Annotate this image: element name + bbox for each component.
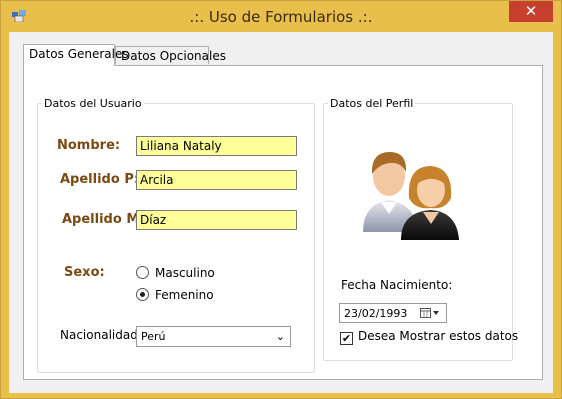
fecha-nacimiento-label: Fecha Nacimiento: — [341, 278, 453, 292]
close-button[interactable]: ✕ — [509, 1, 553, 22]
sexo-label: Sexo: — [64, 265, 105, 280]
checkmark-icon: ✔ — [340, 332, 353, 345]
nacionalidad-select[interactable]: Perú ⌄ — [136, 326, 291, 347]
apellido-m-label: Apellido M: — [62, 212, 145, 227]
apellido-p-input[interactable]: Arcila — [136, 170, 297, 190]
chevron-down-icon: ⌄ — [275, 330, 285, 343]
radio-masculino[interactable]: Masculino — [136, 266, 215, 280]
usuario-group-legend: Datos del Usuario — [44, 97, 142, 110]
apellido-p-label: Apellido P: — [60, 172, 140, 187]
tab-panel-datos-generales: Datos del Usuario Nombre: Liliana Nataly… — [23, 65, 543, 380]
tab-datos-opcionales[interactable]: Datos Opcionales — [115, 46, 226, 64]
calendar-icon[interactable] — [420, 307, 440, 319]
nombre-label: Nombre: — [57, 138, 121, 153]
close-icon: ✕ — [524, 2, 538, 20]
perfil-group-legend: Datos del Perfil — [330, 97, 414, 110]
radio-circle — [136, 266, 149, 279]
tab-datos-generales[interactable]: Datos Generales — [23, 44, 129, 66]
main-window: .:. Uso de Formularios .:. ✕ Datos Gener… — [0, 0, 562, 399]
title-bar[interactable]: .:. Uso de Formularios .:. ✕ — [1, 1, 561, 31]
apellido-m-input[interactable]: Díaz — [136, 210, 297, 230]
users-icon — [363, 152, 459, 240]
nombre-input[interactable]: Liliana Nataly — [136, 136, 297, 156]
nacionalidad-label: Nacionalidad: — [60, 328, 142, 342]
mostrar-datos-checkbox[interactable]: ✔ Desea Mostrar estos datos — [340, 329, 518, 345]
radio-femenino[interactable]: Femenino — [136, 288, 214, 302]
window-title: .:. Uso de Formularios .:. — [189, 8, 373, 26]
radio-circle-selected — [136, 288, 149, 301]
fecha-nacimiento-picker[interactable]: 23/02/1993 — [339, 303, 447, 323]
form-client-area: Datos Generales Datos Opcionales Datos d… — [9, 32, 553, 393]
